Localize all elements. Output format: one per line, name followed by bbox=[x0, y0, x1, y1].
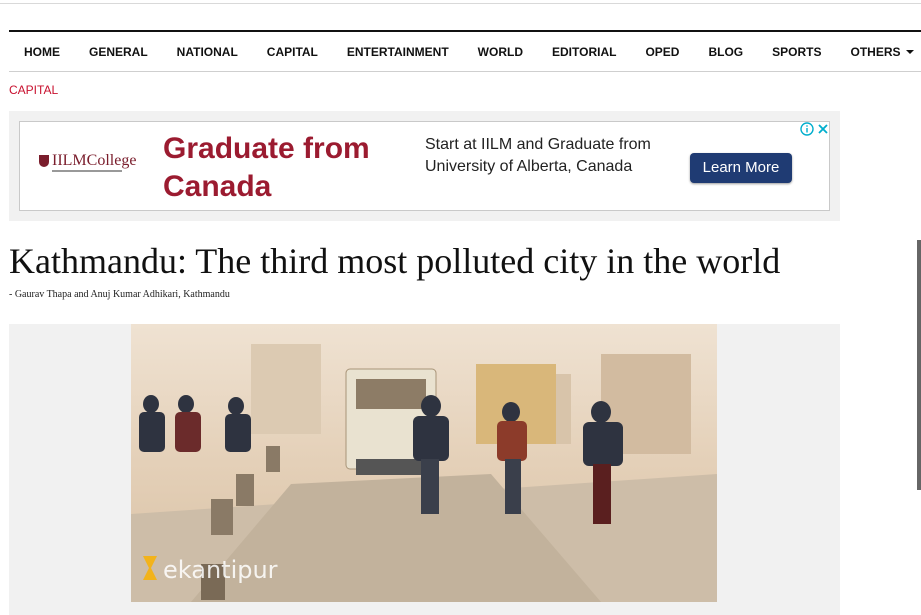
ad-body-text: Start at IILM and Graduate from Universi… bbox=[425, 136, 651, 175]
top-divider bbox=[0, 3, 921, 4]
nav-item-others[interactable]: OTHERS bbox=[850, 44, 914, 59]
ad-banner[interactable]: IILMCollege Graduate from Canada Start a… bbox=[19, 121, 830, 211]
nav-item-editorial[interactable]: EDITORIAL bbox=[552, 45, 616, 59]
article-byline: - Gaurav Thapa and Anuj Kumar Adhikari, … bbox=[9, 289, 230, 300]
ekantipur-watermark-icon: ekantipur bbox=[143, 556, 278, 584]
nav-item-others-label: OTHERS bbox=[850, 44, 901, 59]
nav-list: HOME GENERAL NATIONAL CAPITAL ENTERTAINM… bbox=[9, 32, 921, 71]
info-icon[interactable] bbox=[800, 122, 814, 136]
college-crest-icon bbox=[39, 155, 49, 167]
nav-item-national[interactable]: NATIONAL bbox=[177, 45, 238, 59]
nav-item-home[interactable]: HOME bbox=[24, 45, 60, 59]
nav-item-capital[interactable]: CAPITAL bbox=[267, 45, 318, 59]
ad-logo-underline bbox=[52, 170, 122, 172]
nav-item-entertainment[interactable]: ENTERTAINMENT bbox=[347, 45, 449, 59]
nav-item-world[interactable]: WORLD bbox=[478, 45, 523, 59]
learn-more-button[interactable]: Learn More bbox=[690, 153, 792, 183]
article-title: Kathmandu: The third most polluted city … bbox=[9, 241, 781, 281]
nav-item-blog[interactable]: BLOG bbox=[708, 45, 743, 59]
article-image-container: ekantipur bbox=[9, 324, 840, 615]
caret-down-icon bbox=[905, 50, 914, 55]
photo-watermark: ekantipur bbox=[163, 556, 278, 584]
ad-headline: Graduate from Canada bbox=[163, 132, 370, 203]
ad-logo-text: IILMCollege bbox=[52, 152, 137, 169]
ad-logo: IILMCollege bbox=[39, 152, 136, 178]
scrollbar-edge[interactable] bbox=[917, 240, 921, 490]
close-icon[interactable] bbox=[816, 122, 830, 136]
ad-banner-container: IILMCollege Graduate from Canada Start a… bbox=[9, 111, 840, 221]
nav-item-sports[interactable]: SPORTS bbox=[772, 45, 821, 59]
main-navigation: HOME GENERAL NATIONAL CAPITAL ENTERTAINM… bbox=[9, 30, 921, 72]
nav-item-oped[interactable]: OPED bbox=[645, 45, 679, 59]
article-photo[interactable]: ekantipur bbox=[131, 324, 717, 602]
nav-item-general[interactable]: GENERAL bbox=[89, 45, 148, 59]
category-link[interactable]: CAPITAL bbox=[9, 83, 58, 97]
